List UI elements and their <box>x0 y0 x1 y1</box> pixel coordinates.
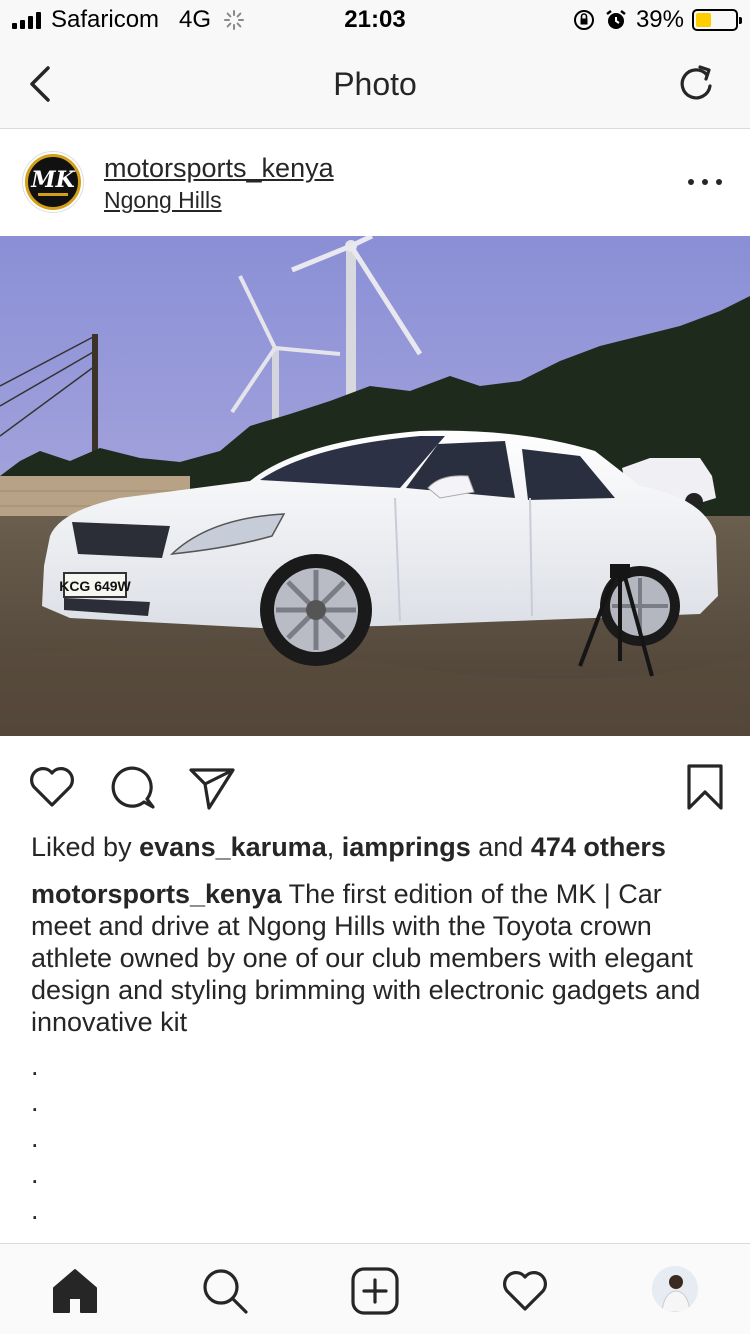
heart-icon[interactable] <box>27 762 77 812</box>
tab-bar <box>0 1243 750 1334</box>
liker-username[interactable]: iamprings <box>342 832 471 862</box>
navigation-bar: Photo <box>0 40 750 129</box>
alarm-icon <box>606 10 626 29</box>
likes-and: and <box>470 832 531 862</box>
caption-username[interactable]: motorsports_kenya <box>31 879 282 909</box>
license-plate: KCG 649W <box>59 578 131 594</box>
mk-logo-icon: MK <box>25 154 81 210</box>
page-title: Photo <box>333 66 417 102</box>
battery-level <box>696 13 711 27</box>
more-options-icon[interactable] <box>688 167 722 197</box>
caption-dot: . <box>31 1195 39 1225</box>
battery-icon <box>692 9 742 31</box>
caption-dot: . <box>31 1123 39 1153</box>
post-location[interactable]: Ngong Hills <box>104 187 222 214</box>
bookmark-icon[interactable] <box>680 762 730 812</box>
likes-separator: , <box>326 832 342 862</box>
likes-summary: Liked by evans_karuma, iamprings and 474… <box>31 832 666 863</box>
profile-person-icon <box>652 1266 698 1312</box>
post-photo[interactable]: KCG 649W <box>0 236 750 736</box>
add-icon[interactable] <box>350 1266 400 1316</box>
comment-icon[interactable] <box>107 762 157 812</box>
caption-dot: . <box>31 1051 39 1081</box>
search-icon[interactable] <box>200 1266 250 1316</box>
liker-username[interactable]: evans_karuma <box>139 832 327 862</box>
status-bar: Safaricom 4G 21:03 39% <box>0 0 750 40</box>
car-photo-image: KCG 649W <box>0 236 750 736</box>
avatar-logo-text: MK <box>31 166 75 193</box>
share-icon[interactable] <box>187 762 237 812</box>
home-icon[interactable] <box>50 1266 100 1316</box>
post-actions <box>0 756 750 816</box>
avatar[interactable]: MK <box>22 151 84 213</box>
post-header: MK motorsports_kenya Ngong Hills <box>0 129 750 236</box>
likes-others-link[interactable]: 474 others <box>531 832 666 862</box>
caption-dot: . <box>31 1087 39 1117</box>
profile-avatar[interactable] <box>652 1266 698 1312</box>
refresh-icon[interactable] <box>674 62 718 106</box>
caption-dots: . . . . . <box>31 1048 39 1228</box>
activity-heart-icon[interactable] <box>500 1266 550 1316</box>
post-caption: motorsports_kenya The first edition of t… <box>31 878 721 1038</box>
orientation-lock-icon <box>573 10 594 30</box>
post-username[interactable]: motorsports_kenya <box>104 153 334 184</box>
status-right: 39% <box>572 6 742 34</box>
caption-dot: . <box>31 1159 39 1189</box>
battery-percent: 39% <box>635 6 684 33</box>
likes-prefix: Liked by <box>31 832 140 862</box>
